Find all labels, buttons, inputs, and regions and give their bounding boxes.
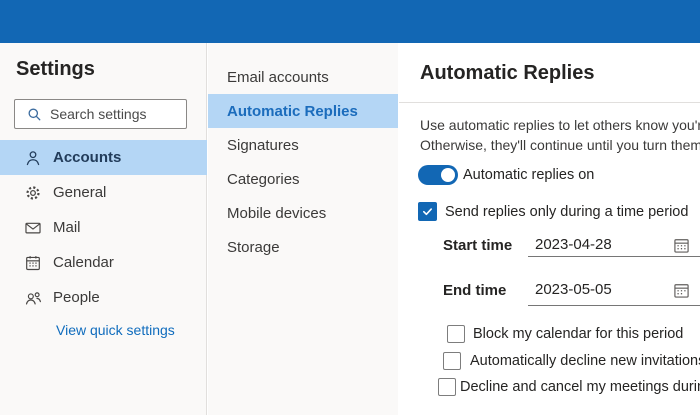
category-item-signatures[interactable]: Signatures bbox=[208, 128, 398, 162]
checkmark-icon bbox=[422, 208, 433, 216]
person-icon bbox=[24, 148, 44, 168]
sidebar-item-general[interactable]: General bbox=[0, 175, 207, 210]
automatic-replies-toggle[interactable] bbox=[418, 165, 458, 185]
view-quick-settings-link[interactable]: View quick settings bbox=[56, 322, 175, 338]
sidebar-item-label: Mail bbox=[53, 219, 81, 236]
end-time-label: End time bbox=[443, 282, 507, 299]
block-calendar-checkbox[interactable] bbox=[447, 325, 465, 343]
app-header-bar bbox=[0, 0, 700, 43]
end-time-input[interactable]: 2023-05-05 bbox=[535, 281, 612, 299]
search-input[interactable] bbox=[50, 106, 170, 122]
description-line-2: Otherwise, they'll continue until you tu… bbox=[420, 137, 700, 153]
panel-divider bbox=[399, 102, 700, 103]
gear-icon bbox=[24, 183, 44, 203]
decline-invitations-label: Automatically decline new invitations f bbox=[470, 353, 700, 369]
description-line-1: Use automatic replies to let others know… bbox=[420, 117, 700, 133]
sidebar-item-label: People bbox=[53, 289, 100, 306]
decline-cancel-meetings-label: Decline and cancel my meetings during bbox=[460, 379, 700, 395]
time-period-checkbox-label: Send replies only during a time period bbox=[445, 204, 689, 220]
toggle-knob-icon bbox=[441, 168, 455, 182]
sidebar-item-accounts[interactable]: Accounts bbox=[0, 140, 207, 175]
search-icon bbox=[28, 107, 41, 120]
sidebar-item-mail[interactable]: Mail bbox=[0, 210, 207, 245]
end-date-picker-icon[interactable] bbox=[673, 282, 690, 299]
calendar-icon bbox=[24, 253, 44, 273]
panel-title: Automatic Replies bbox=[420, 62, 595, 84]
decline-cancel-meetings-checkbox[interactable] bbox=[438, 378, 456, 396]
people-icon bbox=[24, 288, 44, 308]
decline-invitations-checkbox[interactable] bbox=[443, 352, 461, 370]
toggle-label: Automatic replies on bbox=[463, 167, 595, 183]
category-item-automatic-replies[interactable]: Automatic Replies bbox=[208, 94, 398, 128]
settings-category-list: Email accounts Automatic Replies Signatu… bbox=[208, 43, 398, 415]
sidebar-item-label: Accounts bbox=[53, 149, 122, 166]
sidebar-item-people[interactable]: People bbox=[0, 280, 207, 315]
search-box[interactable] bbox=[14, 99, 187, 129]
end-time-underline bbox=[528, 305, 700, 306]
sidebar-nav: Accounts General Mail Calendar People bbox=[0, 140, 207, 315]
mail-icon bbox=[24, 218, 44, 238]
sidebar-item-label: Calendar bbox=[53, 254, 114, 271]
sidebar-item-calendar[interactable]: Calendar bbox=[0, 245, 207, 280]
start-time-underline bbox=[528, 256, 700, 257]
settings-title: Settings bbox=[16, 58, 95, 80]
category-item-email-accounts[interactable]: Email accounts bbox=[208, 60, 398, 94]
start-time-label: Start time bbox=[443, 237, 513, 254]
block-calendar-label: Block my calendar for this period bbox=[473, 326, 684, 342]
category-item-categories[interactable]: Categories bbox=[208, 162, 398, 196]
category-list: Email accounts Automatic Replies Signatu… bbox=[208, 60, 398, 264]
start-date-picker-icon[interactable] bbox=[673, 237, 690, 254]
outlook-settings-window: Settings Accounts bbox=[0, 0, 700, 415]
settings-sidebar: Settings Accounts bbox=[0, 43, 207, 415]
automatic-replies-panel: Automatic Replies Use automatic replies … bbox=[399, 43, 700, 415]
category-item-mobile-devices[interactable]: Mobile devices bbox=[208, 196, 398, 230]
time-period-checkbox[interactable] bbox=[418, 202, 437, 221]
sidebar-item-label: General bbox=[53, 184, 107, 201]
category-item-storage[interactable]: Storage bbox=[208, 230, 398, 264]
start-time-input[interactable]: 2023-04-28 bbox=[535, 236, 612, 254]
